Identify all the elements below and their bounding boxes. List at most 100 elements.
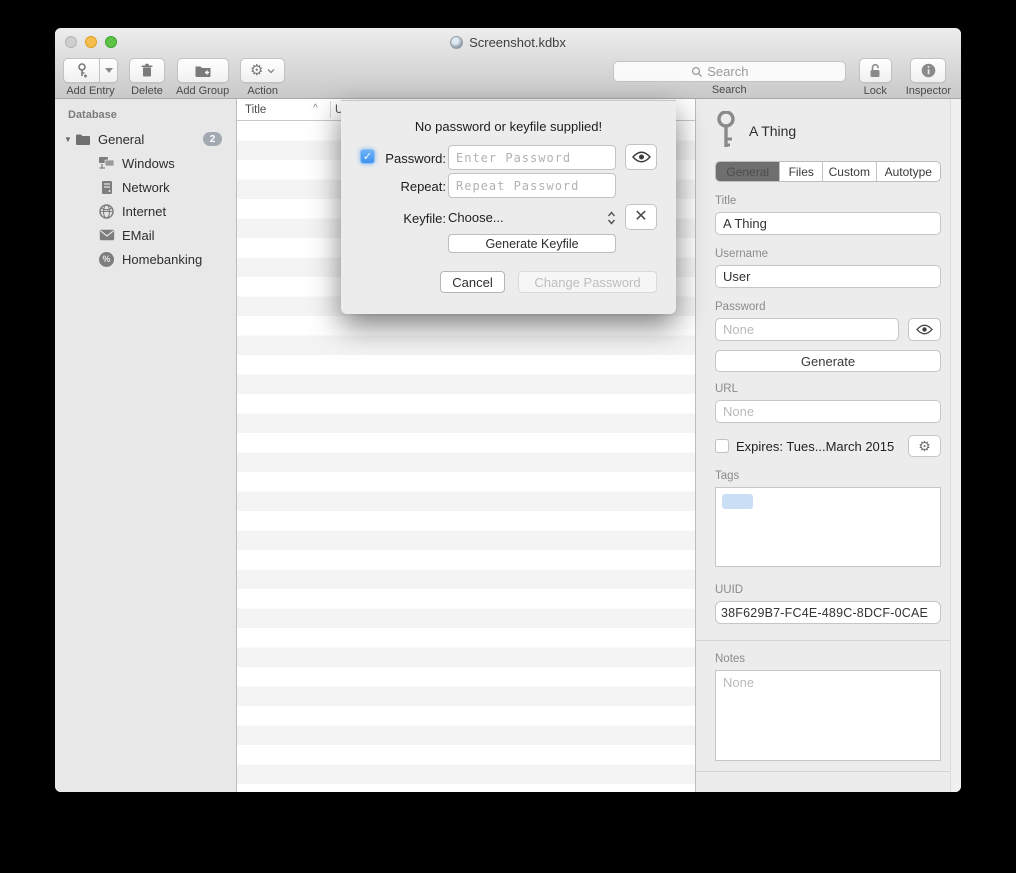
- windows-icon: [98, 155, 115, 172]
- sidebar-item-homebanking[interactable]: % Homebanking: [55, 247, 236, 271]
- notes-label: Notes: [715, 653, 941, 665]
- add-group-tool: Add Group: [176, 58, 229, 97]
- add-entry-tool: Add Entry: [63, 58, 118, 97]
- entry-title: A Thing: [749, 123, 796, 139]
- column-divider[interactable]: [330, 101, 331, 118]
- delete-button[interactable]: [129, 58, 165, 83]
- clear-keyfile-button[interactable]: ✕: [625, 204, 657, 230]
- toolbar: Add Entry Delete: [55, 56, 961, 99]
- gear-icon: ⚙: [250, 63, 263, 78]
- globe-icon: [98, 203, 115, 220]
- disclosure-triangle-icon[interactable]: ▼: [64, 135, 74, 144]
- add-group-button[interactable]: [177, 58, 229, 83]
- lock-button[interactable]: [859, 58, 892, 83]
- key-icon: [715, 111, 737, 151]
- document-icon: [450, 36, 463, 49]
- section-divider: [696, 640, 961, 641]
- gear-icon: ⚙: [918, 439, 931, 453]
- server-icon: [98, 179, 115, 196]
- uuid-field[interactable]: [715, 601, 941, 624]
- url-field-label: URL: [715, 383, 941, 395]
- cancel-button[interactable]: Cancel: [440, 271, 505, 293]
- sidebar-item-network[interactable]: Network: [55, 175, 236, 199]
- password-label: Password:: [341, 151, 446, 166]
- sidebar-item-label: Homebanking: [122, 252, 202, 267]
- generate-password-button[interactable]: Generate: [715, 350, 941, 372]
- trash-icon: [140, 63, 154, 78]
- tags-label: Tags: [715, 470, 941, 482]
- inspector-button[interactable]: [910, 58, 946, 83]
- keyfile-label: Keyfile:: [341, 211, 446, 226]
- username-field-label: Username: [715, 248, 941, 260]
- title-field[interactable]: [715, 212, 941, 235]
- add-group-label: Add Group: [176, 85, 229, 97]
- sheet-warning-message: No password or keyfile supplied!: [341, 119, 676, 134]
- section-divider: [696, 771, 961, 772]
- password-field-label: Password: [715, 301, 941, 313]
- password-field[interactable]: [715, 318, 899, 341]
- action-label: Action: [247, 85, 278, 97]
- delete-label: Delete: [131, 85, 163, 97]
- app-window: Screenshot.kdbx: [55, 28, 961, 792]
- search-field[interactable]: [613, 61, 846, 82]
- tab-files[interactable]: Files: [780, 162, 823, 181]
- sidebar-item-windows[interactable]: Windows: [55, 151, 236, 175]
- envelope-icon: [98, 227, 115, 244]
- delete-tool: Delete: [129, 58, 165, 97]
- inspector-tool: Inspector: [906, 58, 951, 97]
- inspector-tabs: General Files Custom Autotype: [715, 161, 941, 182]
- notes-field[interactable]: [715, 670, 941, 761]
- reveal-password-button[interactable]: [625, 144, 657, 170]
- tags-box[interactable]: [715, 487, 941, 567]
- add-entry-button[interactable]: [63, 58, 99, 83]
- tab-autotype[interactable]: Autotype: [877, 162, 940, 181]
- eye-icon: [632, 151, 651, 163]
- search-input[interactable]: [707, 64, 767, 79]
- sidebar-item-email[interactable]: EMail: [55, 223, 236, 247]
- sidebar-item-label: Internet: [122, 204, 166, 219]
- expires-settings-button[interactable]: ⚙: [908, 435, 941, 457]
- sidebar-item-internet[interactable]: Internet: [55, 199, 236, 223]
- username-field[interactable]: [715, 265, 941, 288]
- keyfile-popup-value: Choose...: [448, 210, 504, 225]
- inspector-header: A Thing: [715, 109, 941, 153]
- column-header-title[interactable]: Title: [245, 104, 266, 116]
- tab-general[interactable]: General: [716, 162, 780, 181]
- titlebar[interactable]: Screenshot.kdbx: [55, 28, 961, 56]
- keyfile-popup[interactable]: Choose...: [448, 205, 616, 230]
- tab-custom[interactable]: Custom: [823, 162, 877, 181]
- sidebar-item-label: EMail: [122, 228, 155, 243]
- title-field-label: Title: [715, 195, 941, 207]
- change-password-sheet: No password or keyfile supplied! ✓ Passw…: [341, 100, 676, 314]
- window-header: Screenshot.kdbx: [55, 28, 961, 99]
- inspector-label: Inspector: [906, 85, 951, 97]
- change-password-button[interactable]: Change Password: [518, 271, 657, 293]
- lock-label: Lock: [864, 85, 887, 97]
- key-plus-icon: [74, 63, 90, 79]
- add-entry-label: Add Entry: [66, 85, 114, 97]
- search-icon: [691, 66, 703, 78]
- window-title: Screenshot.kdbx: [469, 35, 566, 50]
- expires-checkbox[interactable]: [715, 439, 729, 453]
- info-icon: [921, 63, 936, 78]
- add-entry-dropdown-button[interactable]: [99, 58, 118, 83]
- chevron-down-icon: [267, 68, 275, 74]
- unlock-icon: [868, 63, 882, 79]
- lock-tool: Lock: [859, 58, 892, 97]
- uuid-label: UUID: [715, 584, 941, 596]
- action-button[interactable]: ⚙: [240, 58, 285, 83]
- repeat-password-input[interactable]: [448, 173, 616, 198]
- action-tool: ⚙ Action: [240, 58, 285, 97]
- inspector-scrollbar[interactable]: [950, 99, 961, 792]
- url-field[interactable]: [715, 400, 941, 423]
- reveal-password-button[interactable]: [908, 318, 941, 341]
- sidebar-item-general[interactable]: ▼ General 2: [55, 127, 236, 151]
- search-label: Search: [712, 84, 747, 96]
- inspector-panel: A Thing General Files Custom Autotype Ti…: [695, 99, 961, 792]
- generate-keyfile-button[interactable]: Generate Keyfile: [448, 234, 616, 253]
- enter-password-input[interactable]: [448, 145, 616, 170]
- sidebar-item-label: Network: [122, 180, 170, 195]
- stepper-icon: [607, 210, 616, 226]
- sidebar-item-label: Windows: [122, 156, 175, 171]
- tag-pill[interactable]: [722, 494, 753, 509]
